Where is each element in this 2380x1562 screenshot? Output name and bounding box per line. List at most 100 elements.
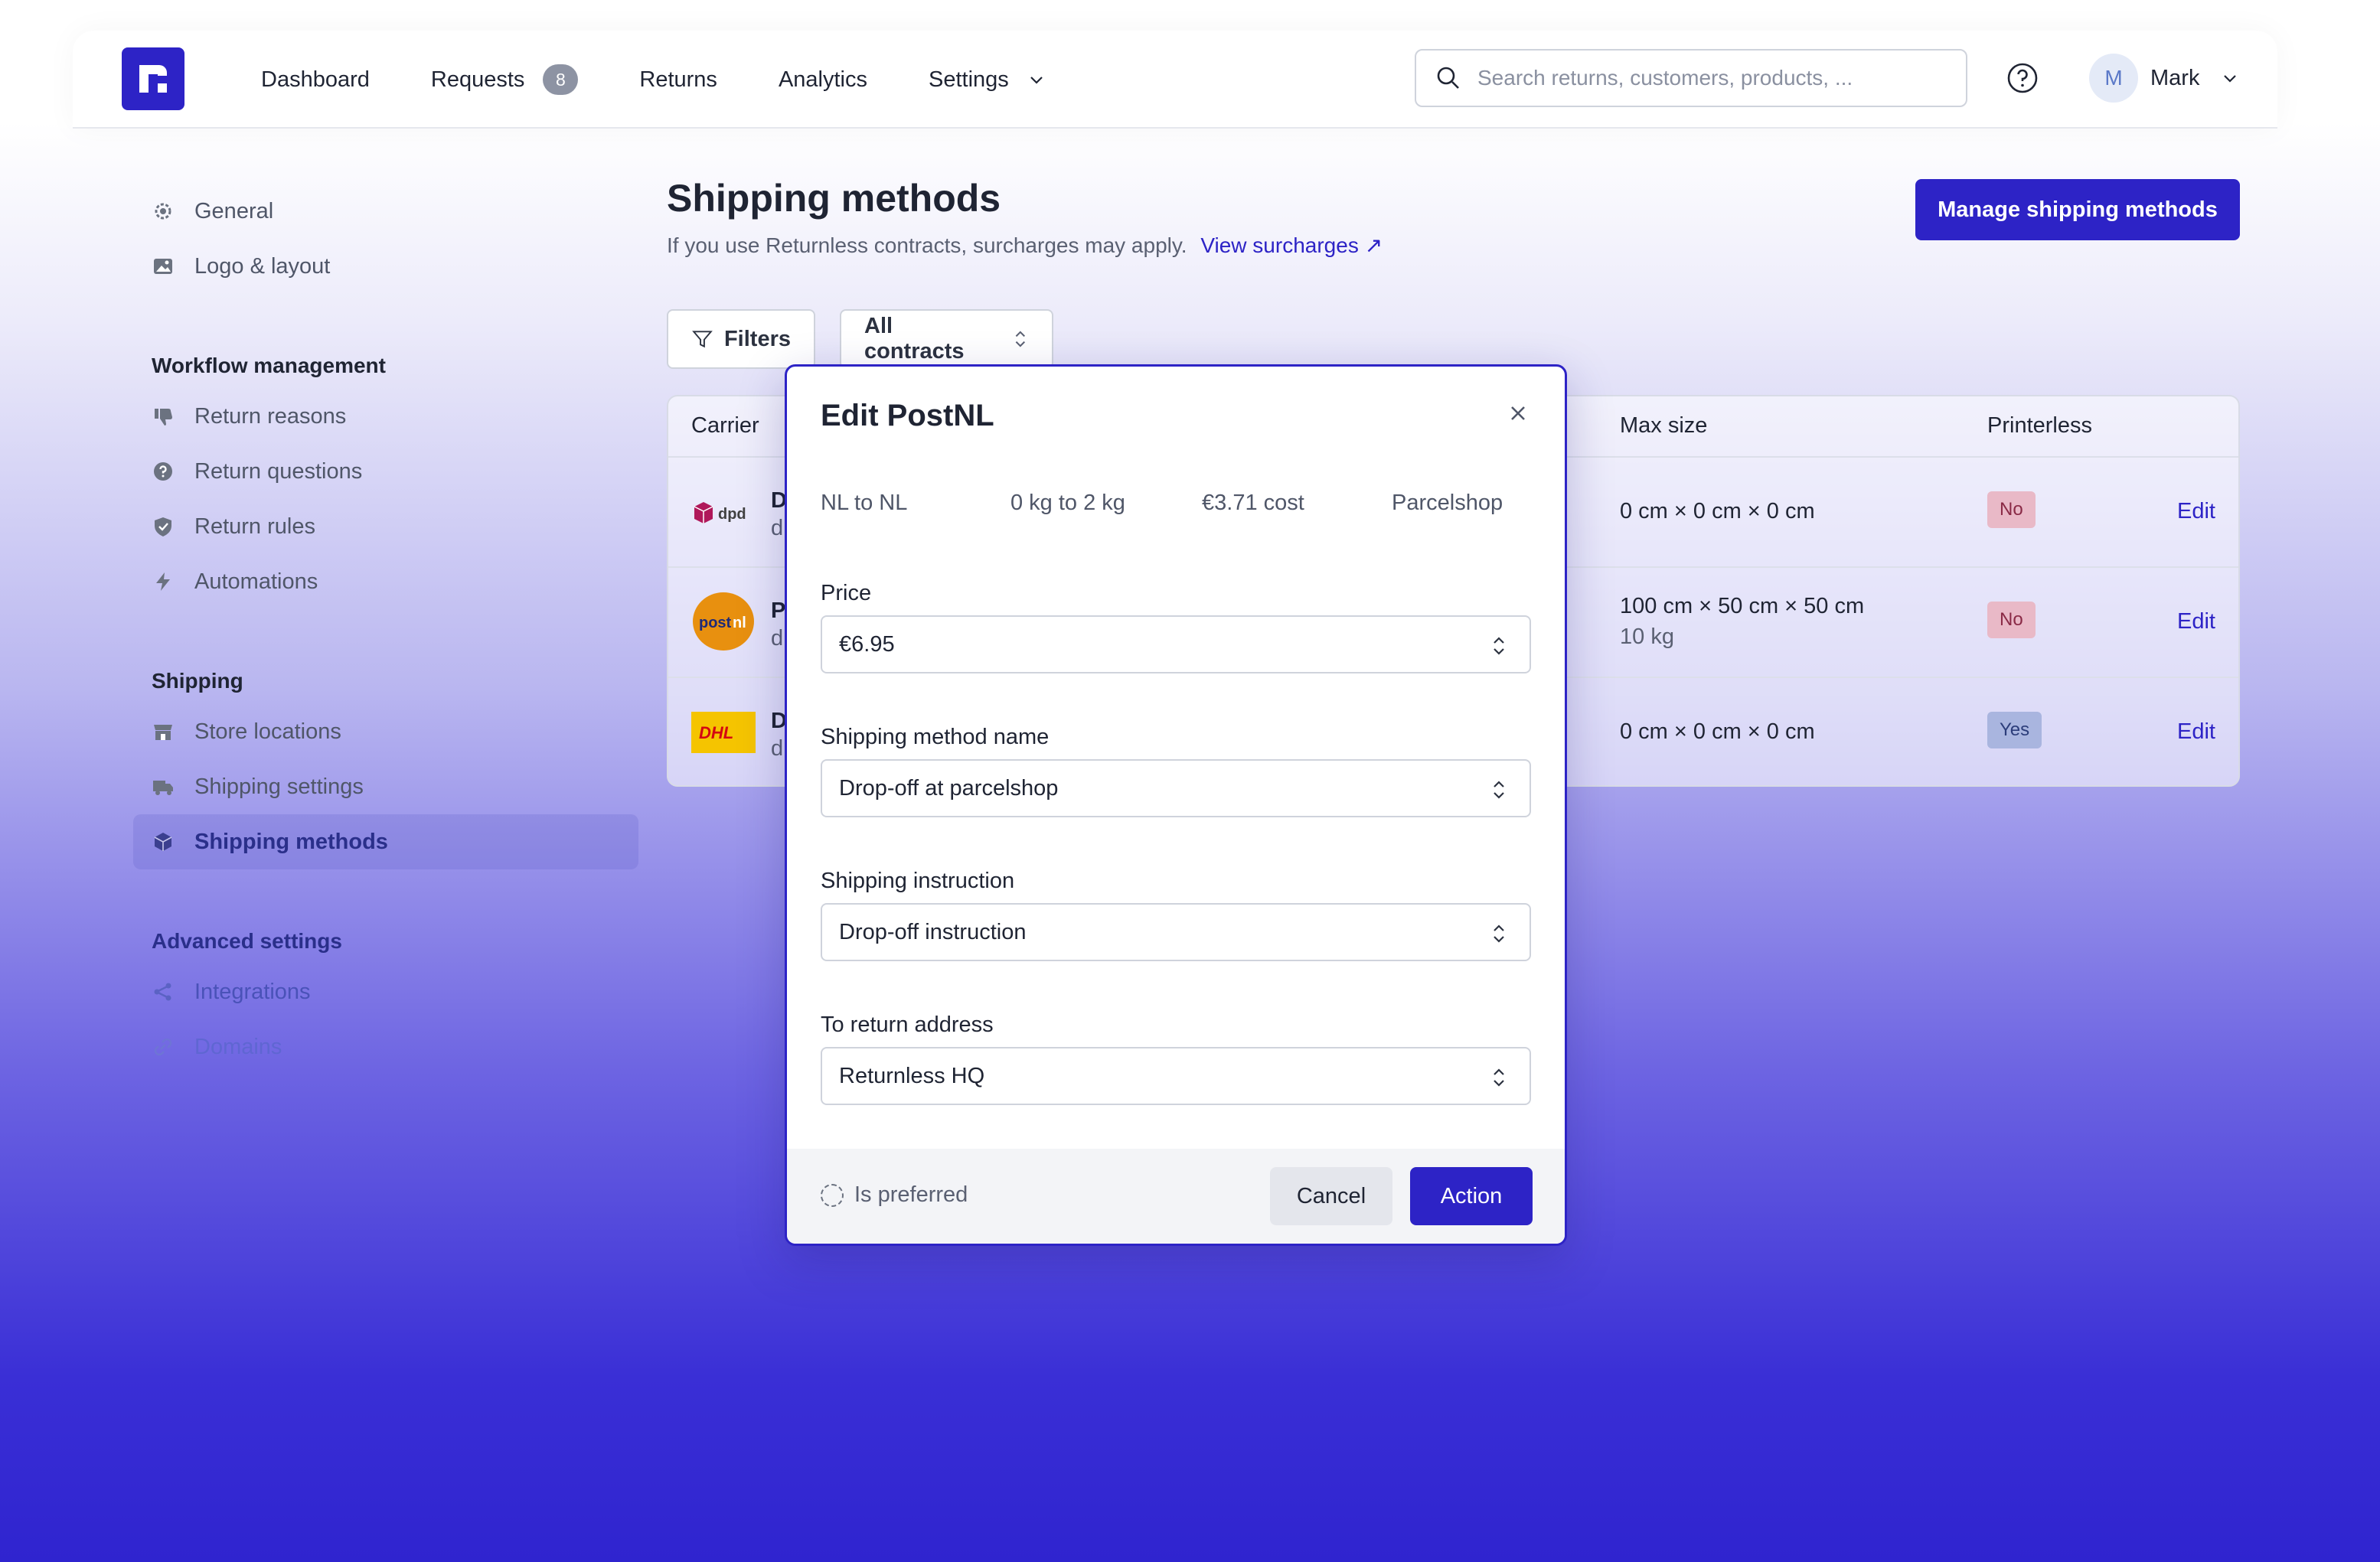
- meta-cost: €3.71 cost: [1202, 491, 1304, 515]
- column-header-printerless: Printerless: [1987, 413, 2092, 438]
- price-value: €6.95: [839, 631, 895, 657]
- instruction-label: Shipping instruction: [821, 869, 1015, 893]
- sidebar-item-return-questions[interactable]: Return questions: [133, 444, 638, 499]
- sidebar-item-logo-layout[interactable]: Logo & layout: [133, 239, 638, 294]
- nav-settings-label: Settings: [928, 67, 1009, 92]
- nav-dashboard-label: Dashboard: [261, 67, 370, 92]
- sidebar-item-automations[interactable]: Automations: [133, 554, 638, 609]
- column-header-carrier: Carrier: [691, 413, 759, 438]
- nav-analytics[interactable]: Analytics: [779, 67, 867, 93]
- carrier-subtext: d: [771, 626, 784, 651]
- sidebar-item-label: Logo & layout: [194, 253, 331, 279]
- svg-text:dpd: dpd: [718, 506, 746, 523]
- instruction-select[interactable]: Drop-off instruction: [821, 903, 1531, 961]
- subtitle-text: If you use Returnless contracts, surchar…: [667, 233, 1187, 257]
- dhl-logo: DHL: [691, 712, 756, 759]
- instruction-value: Drop-off instruction: [839, 919, 1027, 944]
- page-title: Shipping methods: [667, 177, 1001, 220]
- modal-title: Edit PostNL: [821, 399, 994, 432]
- filters-label: Filters: [723, 326, 791, 351]
- method-name-label: Shipping method name: [821, 725, 1050, 749]
- nav-returns[interactable]: Returns: [639, 67, 717, 93]
- edit-link[interactable]: Edit: [2177, 499, 2215, 524]
- action-button[interactable]: Action: [1410, 1167, 1533, 1225]
- sidebar-section-heading: Advanced settings: [152, 929, 342, 953]
- logo-r-icon: [139, 65, 167, 93]
- sidebar-item-label: Shipping methods: [194, 829, 388, 854]
- link-icon: [152, 1035, 175, 1058]
- truck-icon: [152, 775, 175, 798]
- sidebar-item-domains[interactable]: Domains: [133, 1019, 638, 1074]
- search-input[interactable]: [1477, 66, 1937, 90]
- chevron-up-down-icon: [1016, 331, 1026, 347]
- chevron-up-down-icon: [1494, 924, 1504, 943]
- chevron-down-icon: [1030, 77, 1043, 84]
- sidebar-item-label: Return questions: [194, 458, 363, 484]
- max-size: 0 cm × 0 cm × 0 cm: [1620, 719, 1815, 744]
- nav-returns-label: Returns: [639, 67, 717, 92]
- sidebar-item-label: Return reasons: [194, 403, 347, 429]
- sidebar-item-return-reasons[interactable]: Return reasons: [133, 389, 638, 444]
- store-icon: [152, 720, 175, 743]
- sidebar-item-store-locations[interactable]: Store locations: [133, 704, 638, 759]
- nav-requests[interactable]: Requests 8: [431, 64, 579, 95]
- sidebar-item-label: Store locations: [194, 719, 341, 744]
- edit-link[interactable]: Edit: [2177, 719, 2215, 745]
- page-subtitle: If you use Returnless contracts, surchar…: [667, 233, 1383, 258]
- manage-shipping-methods-button[interactable]: Manage shipping methods: [1915, 179, 2240, 240]
- modal-footer: Is preferred Cancel Action: [787, 1149, 1565, 1244]
- sidebar-item-general[interactable]: General: [133, 184, 638, 239]
- max-weight: 10 kg: [1620, 624, 1674, 649]
- sidebar-item-integrations[interactable]: Integrations: [133, 964, 638, 1019]
- dashed-circle-icon: [821, 1183, 844, 1207]
- top-navigation-bar: Dashboard Requests 8 Returns Analytics S…: [73, 31, 2277, 129]
- sidebar-section-heading: Shipping: [152, 669, 243, 693]
- dpd-logo: dpd: [691, 499, 760, 536]
- sidebar-item-return-rules[interactable]: Return rules: [133, 499, 638, 554]
- return-address-select[interactable]: Returnless HQ: [821, 1047, 1531, 1105]
- svg-text:DHL: DHL: [699, 723, 733, 742]
- chevron-down-icon: [2224, 75, 2237, 83]
- edit-shipping-method-modal: Edit PostNL NL to NL 0 kg to 2 kg €3.71 …: [785, 364, 1567, 1246]
- return-address-label: To return address: [821, 1013, 994, 1037]
- share-icon: [152, 980, 175, 1003]
- is-preferred-toggle[interactable]: Is preferred: [821, 1182, 968, 1208]
- view-surcharges-link[interactable]: View surcharges ↗: [1200, 233, 1383, 257]
- chevron-up-down-icon: [1494, 637, 1504, 655]
- filter-icon: [692, 331, 713, 348]
- contracts-select[interactable]: All contracts: [840, 309, 1053, 369]
- requests-count-badge: 8: [543, 64, 579, 95]
- main-nav: Dashboard Requests 8 Returns Analytics S…: [261, 31, 1107, 129]
- svg-text:nl: nl: [733, 615, 746, 631]
- method-name-select[interactable]: Drop-off at parcelshop: [821, 759, 1531, 817]
- nav-settings[interactable]: Settings: [929, 67, 1046, 93]
- search-box[interactable]: [1415, 49, 1967, 107]
- nav-requests-label: Requests: [430, 67, 525, 92]
- search-icon: [1437, 67, 1459, 89]
- sidebar-item-shipping-settings[interactable]: Shipping settings: [133, 759, 638, 814]
- edit-link[interactable]: Edit: [2177, 609, 2215, 634]
- thumbs-down-icon: [152, 405, 175, 428]
- close-icon[interactable]: [1505, 400, 1531, 426]
- price-field[interactable]: €6.95: [821, 615, 1531, 673]
- printerless-badge: Yes: [1987, 712, 2042, 748]
- image-icon: [152, 255, 175, 278]
- nav-dashboard[interactable]: Dashboard: [261, 67, 370, 93]
- returnless-logo[interactable]: [122, 47, 184, 110]
- chevron-up-down-icon: [1494, 1068, 1504, 1087]
- sidebar-item-label: Return rules: [194, 514, 315, 539]
- chevron-up-down-icon: [1494, 781, 1504, 799]
- sidebar-item-label: Automations: [194, 569, 318, 594]
- contracts-select-label: All contracts: [864, 314, 965, 364]
- sidebar-item-label: General: [194, 198, 274, 223]
- filters-button[interactable]: Filters: [667, 309, 815, 369]
- sidebar-item-shipping-methods[interactable]: Shipping methods: [133, 814, 638, 869]
- help-icon[interactable]: [2006, 61, 2039, 95]
- cancel-button[interactable]: Cancel: [1270, 1167, 1392, 1225]
- method-name-value: Drop-off at parcelshop: [839, 775, 1059, 801]
- shield-icon: [152, 515, 175, 538]
- gear-icon: [152, 200, 175, 223]
- user-menu[interactable]: M Mark: [2089, 54, 2239, 103]
- max-size: 100 cm × 50 cm × 50 cm: [1620, 594, 1865, 618]
- sidebar-item-label: Integrations: [194, 979, 311, 1004]
